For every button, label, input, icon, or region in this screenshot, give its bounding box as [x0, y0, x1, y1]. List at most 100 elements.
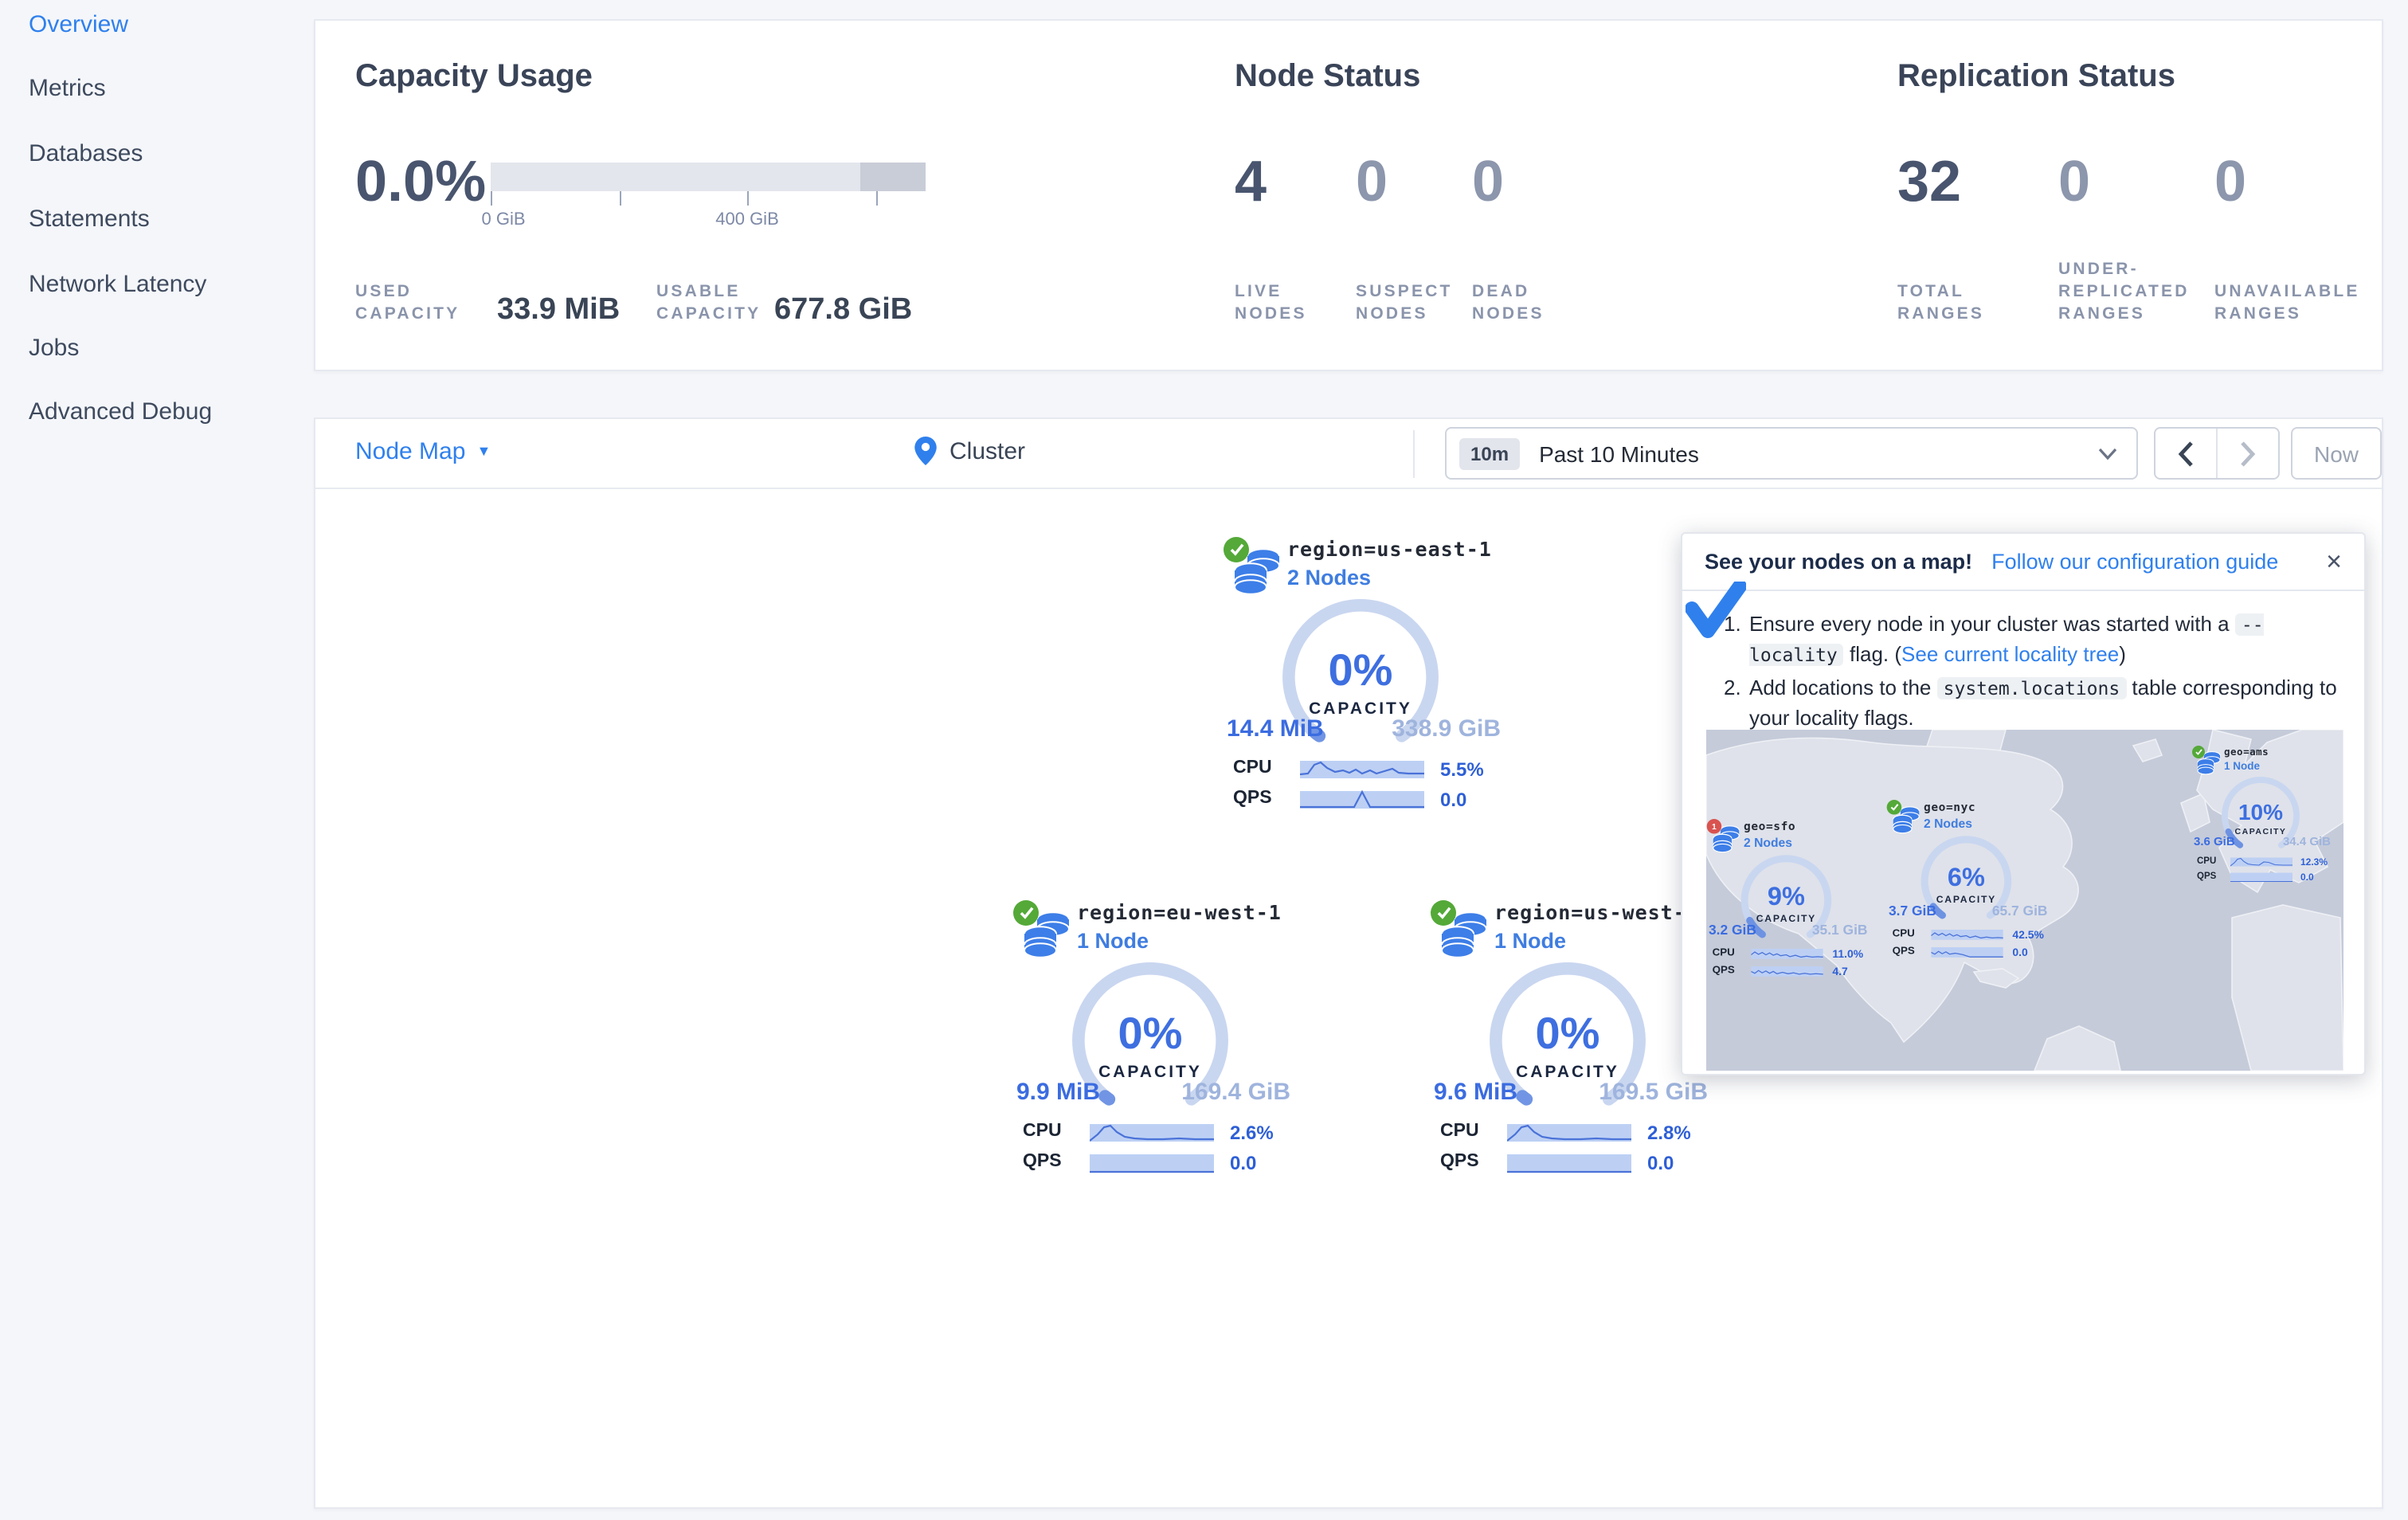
status-ok-icon [2192, 746, 2205, 758]
total-ranges-count: 32 [1897, 148, 1962, 214]
gauge-percent: 10% [2238, 800, 2284, 825]
toolbar-divider [1413, 430, 1415, 478]
sidebar-item-jobs[interactable]: Jobs [29, 335, 79, 362]
gauge-percent: 0% [1118, 1009, 1183, 1058]
cpu-sparkline [1090, 1124, 1214, 1142]
cpu-value: 2.6% [1230, 1122, 1274, 1144]
now-button[interactable]: Now [2291, 427, 2382, 480]
region-name: region=eu-west-1 [1077, 900, 1282, 924]
region-name: region=us-east-1 [1287, 537, 1492, 561]
popover-steps: 1. Ensure every node in your cluster was… [1682, 591, 2364, 734]
capacity-tick [491, 191, 492, 206]
region-nodes-link[interactable]: 2 Nodes [1744, 836, 1792, 849]
cpu-value: 12.3% [2300, 856, 2328, 868]
cpu-metric-row: CPU 11.0% [1713, 946, 1868, 962]
region-nodes-link[interactable]: 2 Nodes [1287, 566, 1371, 590]
node-map-toolbar: Node Map ▼ Cluster 10m Past 10 Minutes N… [315, 419, 2382, 489]
live-nodes-label: LIVE NODES [1235, 282, 1307, 323]
view-selector-label: Node Map [355, 438, 466, 465]
cpu-metric-row: CPU 2.6% [1023, 1120, 1290, 1146]
sidebar-item-overview[interactable]: Overview [29, 11, 128, 38]
live-nodes-count: 4 [1235, 148, 1267, 214]
qps-value: 0.0 [1230, 1152, 1257, 1174]
total-ranges-label: TOTAL RANGES [1897, 282, 1985, 323]
replication-status-title: Replication Status [1897, 59, 2175, 94]
gauge-capacity-label: CAPACITY [1936, 894, 1997, 906]
locality-tree-link[interactable]: See current locality tree [1901, 642, 2119, 666]
node-map-card: Node Map ▼ Cluster 10m Past 10 Minutes N… [314, 417, 2383, 1509]
qps-metric-row: QPS 0.0 [1023, 1150, 1290, 1176]
cpu-sparkline [1751, 948, 1823, 959]
step-2: 2. Add locations to the system.locations… [1724, 673, 2339, 733]
unavailable-count: 0 [2214, 148, 2247, 214]
map-pin-icon [914, 437, 937, 465]
cpu-sparkline [2230, 857, 2292, 867]
sidebar-item-advanced-debug[interactable]: Advanced Debug [29, 398, 212, 425]
region-total-capacity: 169.4 GiB [1181, 1079, 1290, 1106]
status-ok-icon [1886, 800, 1902, 815]
chevron-down-icon [2098, 447, 2117, 460]
view-selector[interactable]: Node Map ▼ [355, 438, 491, 465]
sidebar-item-network-latency[interactable]: Network Latency [29, 271, 206, 298]
used-capacity-label: USED CAPACITY [355, 282, 460, 323]
cpu-label: CPU [1892, 928, 1915, 940]
capacity-tick [747, 191, 749, 206]
region-nodes-link[interactable]: 1 Node [2224, 760, 2260, 772]
close-icon[interactable]: × [2326, 548, 2342, 575]
chevron-down-icon: ▼ [476, 443, 491, 459]
qps-metric-row: QPS 0.0 [1233, 787, 1501, 813]
node-status-title: Node Status [1235, 59, 1421, 94]
step-1: 1. Ensure every node in your cluster was… [1724, 610, 2339, 670]
gauge-percent: 6% [1947, 862, 1985, 891]
usable-capacity-label: USABLE CAPACITY [656, 282, 762, 323]
region-name: region=us-west-1 [1494, 900, 1699, 924]
cluster-overview-page: Overview Metrics Databases Statements Ne… [0, 0, 2408, 1520]
region-nodes-link[interactable]: 1 Node [1077, 929, 1149, 953]
region-used-capacity: 3.6 GiB [2194, 835, 2235, 848]
suspect-nodes-label: SUSPECT NODES [1356, 282, 1453, 323]
configuration-guide-link[interactable]: Follow our configuration guide [1991, 550, 2278, 574]
region-name: geo=sfo [1744, 819, 1796, 833]
qps-value: 4.7 [1832, 965, 1848, 978]
region-group-eu-west-1[interactable]: region=eu-west-1 1 Node 0% CAPACITY 9.9 … [1007, 900, 1294, 1187]
qps-label: QPS [1892, 946, 1915, 958]
qps-metric-row: QPS 4.7 [1713, 964, 1868, 979]
cpu-value: 5.5% [1440, 758, 1484, 781]
cpu-metric-row: CPU 12.3% [2197, 856, 2331, 868]
region-nodes-link[interactable]: 1 Node [1494, 929, 1566, 953]
gauge-percent: 9% [1767, 881, 1805, 911]
cpu-label: CPU [1233, 758, 1272, 778]
region-group-us-west-1[interactable]: region=us-west-1 1 Node 0% CAPACITY 9.6 … [1424, 900, 1711, 1187]
sidebar-item-statements[interactable]: Statements [29, 206, 150, 233]
status-ok-icon [1224, 537, 1249, 562]
qps-label: QPS [1023, 1152, 1062, 1171]
unavailable-label: UNAVAILABLE RANGES [2214, 282, 2360, 323]
cpu-metric-row: CPU 2.8% [1440, 1120, 1708, 1146]
time-range-badge: 10m [1459, 437, 1521, 469]
cpu-metric-row: CPU 5.5% [1233, 757, 1501, 782]
under-replicated-count: 0 [2058, 148, 2091, 214]
time-range-dropdown[interactable]: 10m Past 10 Minutes [1445, 427, 2138, 480]
qps-sparkline [2230, 872, 2292, 883]
qps-metric-row: QPS 0.0 [2197, 871, 2331, 883]
capacity-percent: 0.0% [355, 148, 487, 214]
node-map-canvas: region=us-east-1 2 Nodes 0% CAPACITY 14.… [315, 489, 2382, 1507]
step-1-text: Ensure every node in your cluster was st… [1749, 612, 2264, 666]
region-group-us-east-1[interactable]: region=us-east-1 2 Nodes 0% CAPACITY 14.… [1217, 537, 1504, 824]
region-total-capacity: 35.1 GiB [1811, 922, 1868, 938]
chevron-right-icon [2241, 441, 2256, 466]
capacity-bar-overhead [860, 163, 926, 191]
qps-metric-row: QPS 0.0 [1893, 945, 2048, 960]
time-step-forward-button[interactable] [2216, 429, 2278, 478]
under-replicated-label: UNDER-REPLICATED RANGES [2058, 260, 2190, 323]
qps-label: QPS [1233, 789, 1272, 808]
time-step-back-button[interactable] [2155, 429, 2216, 478]
usable-capacity-value: 677.8 GiB [774, 293, 913, 327]
cpu-value: 2.8% [1647, 1122, 1691, 1144]
sidebar-item-databases[interactable]: Databases [29, 140, 143, 167]
sidebar-item-metrics[interactable]: Metrics [29, 75, 106, 102]
capacity-bar [491, 163, 926, 191]
time-step-buttons [2154, 427, 2280, 480]
breadcrumb[interactable]: Cluster [914, 437, 1025, 465]
region-nodes-link[interactable]: 2 Nodes [1924, 817, 1972, 830]
